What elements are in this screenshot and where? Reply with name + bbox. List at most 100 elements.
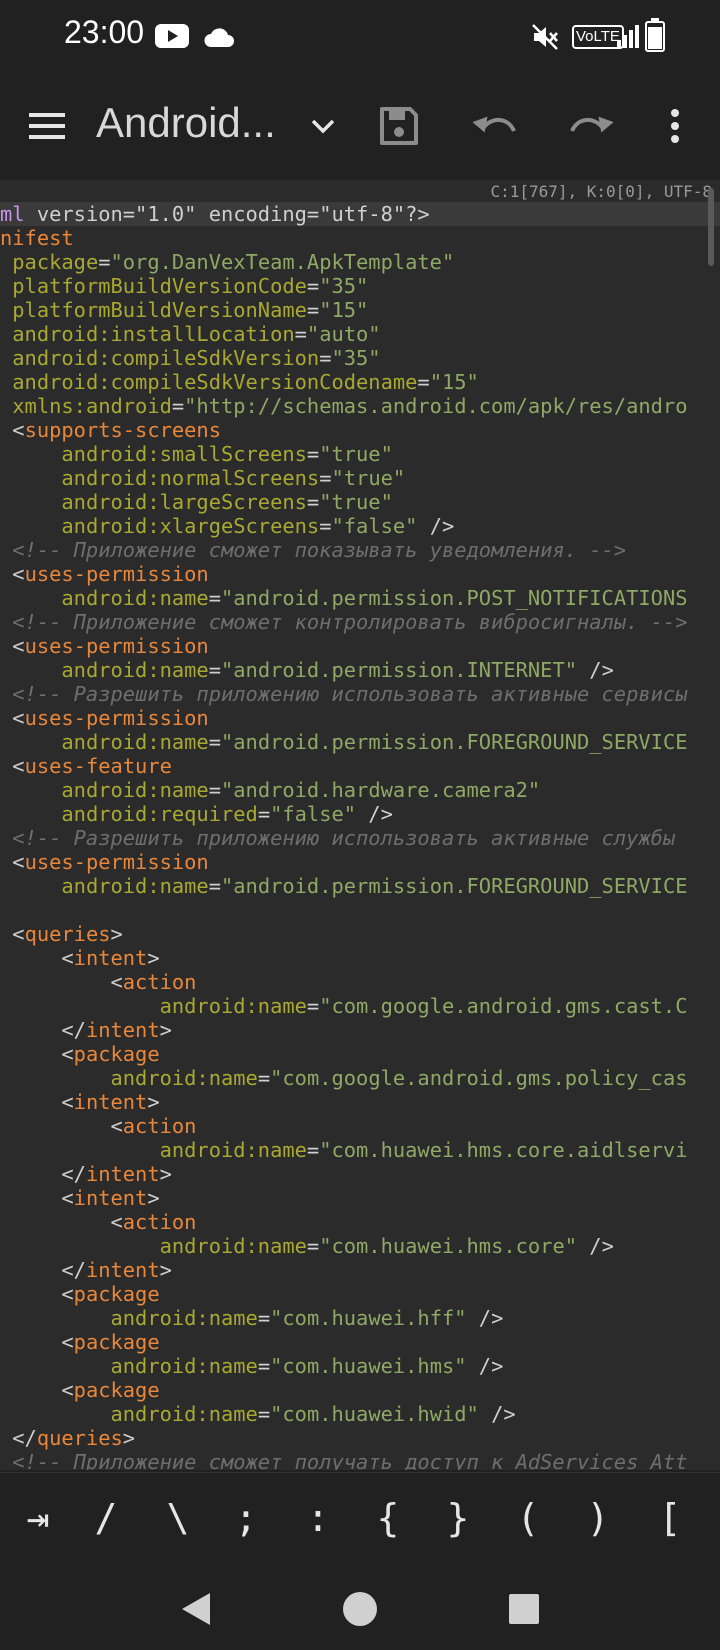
code-line[interactable]: android:xlargeScreens="false" /> (0, 514, 720, 538)
code-line[interactable]: android:compileSdkVersion="35" (0, 346, 720, 370)
code-line[interactable]: <uses-permission (0, 850, 720, 874)
redo-button[interactable] (558, 93, 624, 159)
code-token: android:name (61, 658, 209, 682)
code-line[interactable]: android:name="android.permission.FOREGRO… (0, 874, 720, 898)
extra-key[interactable]: ) (570, 1483, 626, 1553)
code-line[interactable]: android:name="com.huawei.hff" /> (0, 1306, 720, 1330)
code-line[interactable]: android:name="com.google.android.gms.cas… (0, 994, 720, 1018)
code-line[interactable]: ml version="1.0" encoding="utf-8"?> (0, 202, 720, 226)
menu-button[interactable] (14, 93, 80, 159)
code-line[interactable]: <action (0, 1210, 720, 1234)
code-line[interactable] (0, 898, 720, 922)
code-line[interactable]: </intent> (0, 1258, 720, 1282)
extra-key[interactable]: / (78, 1483, 134, 1553)
code-line[interactable]: android:name="android.hardware.camera2" (0, 778, 720, 802)
code-token: "com.huawei.hff" (270, 1306, 467, 1330)
code-line[interactable]: android:name="com.huawei.hms.core" /> (0, 1234, 720, 1258)
code-line[interactable]: android:normalScreens="true" (0, 466, 720, 490)
code-line[interactable]: <uses-feature (0, 754, 720, 778)
code-line[interactable]: platformBuildVersionName="15" (0, 298, 720, 322)
code-line[interactable]: <intent> (0, 946, 720, 970)
code-line[interactable]: android:required="false" /> (0, 802, 720, 826)
code-line[interactable]: android:name="android.permission.FOREGRO… (0, 730, 720, 754)
code-line[interactable]: android:name="com.huawei.hwid" /> (0, 1402, 720, 1426)
code-token: < (0, 754, 25, 778)
save-button[interactable] (366, 93, 432, 159)
code-token: package (73, 1282, 160, 1306)
code-line[interactable]: </intent> (0, 1018, 720, 1042)
code-line[interactable]: <!-- Разрешить приложению использовать а… (0, 682, 720, 706)
file-title[interactable]: Android... (96, 99, 276, 147)
extra-key[interactable]: : (290, 1483, 346, 1553)
code-line[interactable]: </queries> (0, 1426, 720, 1450)
back-button[interactable] (172, 1585, 220, 1633)
code-token: = (319, 466, 332, 490)
code-line[interactable]: <intent> (0, 1090, 720, 1114)
extra-key[interactable]: ; (218, 1483, 274, 1553)
code-line[interactable]: android:largeScreens="true" (0, 490, 720, 514)
more-options-button[interactable] (642, 93, 708, 159)
code-line[interactable]: android:name="com.google.android.gms.pol… (0, 1066, 720, 1090)
scrollbar-thumb[interactable] (708, 188, 714, 266)
code-line[interactable]: platformBuildVersionCode="35" (0, 274, 720, 298)
extra-key[interactable]: } (430, 1483, 486, 1553)
code-line[interactable]: <uses-permission (0, 634, 720, 658)
signal-icon (617, 24, 639, 52)
code-token: = (306, 274, 320, 298)
code-token: "com.huawei.hwid" (270, 1402, 479, 1426)
code-line[interactable]: <package (0, 1282, 720, 1306)
file-dropdown-button[interactable] (290, 93, 356, 159)
code-line[interactable]: <package (0, 1042, 720, 1066)
code-line[interactable]: <package (0, 1330, 720, 1354)
home-button[interactable] (336, 1585, 384, 1633)
code-lines[interactable]: ml version="1.0" encoding="utf-8"?> nifes… (0, 202, 720, 1470)
code-line[interactable]: nifest (0, 226, 720, 250)
code-line[interactable]: xmlns:android="http://schemas.android.co… (0, 394, 720, 418)
code-line[interactable]: <supports-screens (0, 418, 720, 442)
code-token: = (294, 322, 307, 346)
code-token: < (0, 1282, 74, 1306)
code-token: ml (0, 202, 25, 226)
code-line[interactable]: <action (0, 1114, 720, 1138)
code-line[interactable]: <action (0, 970, 720, 994)
extra-key[interactable]: [ (642, 1483, 698, 1553)
code-line[interactable]: <package (0, 1378, 720, 1402)
code-line[interactable]: <!-- Приложение сможет показывать уведом… (0, 538, 720, 562)
extra-key[interactable]: { (360, 1483, 416, 1553)
code-line[interactable]: <uses-permission (0, 562, 720, 586)
extra-key[interactable]: \ (150, 1483, 206, 1553)
extra-key[interactable]: ⇥ (10, 1483, 66, 1553)
code-line[interactable]: android:installLocation="auto" (0, 322, 720, 346)
code-token: = (306, 442, 320, 466)
code-line[interactable]: <!-- Разрешить приложению использовать а… (0, 826, 720, 850)
extra-key[interactable]: ( (500, 1483, 556, 1553)
code-line[interactable]: android:name="com.huawei.hms.core.aidlse… (0, 1138, 720, 1162)
code-line[interactable]: android:name="android.permission.INTERNE… (0, 658, 720, 682)
code-token: action (122, 1210, 197, 1234)
code-token: "35" (331, 346, 381, 370)
code-editor[interactable]: C:1[767], K:0[0], UTF-8 ml version="1.0"… (0, 180, 720, 1470)
code-token: > (110, 922, 123, 946)
code-line[interactable]: <uses-permission (0, 706, 720, 730)
code-line[interactable]: android:name="com.huawei.hms" /> (0, 1354, 720, 1378)
code-line[interactable]: android:name="android.permission.POST_NO… (0, 586, 720, 610)
code-token: "com.huawei.hms.core.aidlservi (319, 1138, 688, 1162)
code-line[interactable]: android:smallScreens="true" (0, 442, 720, 466)
code-line[interactable]: <!-- Приложение сможет контролировать ви… (0, 610, 720, 634)
mute-icon (530, 22, 560, 56)
undo-button[interactable] (462, 93, 528, 159)
code-token: "android.hardware.camera2" (221, 778, 541, 802)
code-token: android:name (110, 1306, 258, 1330)
code-line[interactable]: package="org.DanVexTeam.ApkTemplate" (0, 250, 720, 274)
code-line[interactable]: android:compileSdkVersionCodename="15" (0, 370, 720, 394)
code-line[interactable]: <queries> (0, 922, 720, 946)
code-line[interactable]: <!-- Приложение сможет получать доступ к… (0, 1450, 720, 1470)
recents-button[interactable] (500, 1585, 548, 1633)
code-line[interactable]: <intent> (0, 1186, 720, 1210)
code-token: < (0, 1042, 74, 1066)
code-line[interactable]: </intent> (0, 1162, 720, 1186)
